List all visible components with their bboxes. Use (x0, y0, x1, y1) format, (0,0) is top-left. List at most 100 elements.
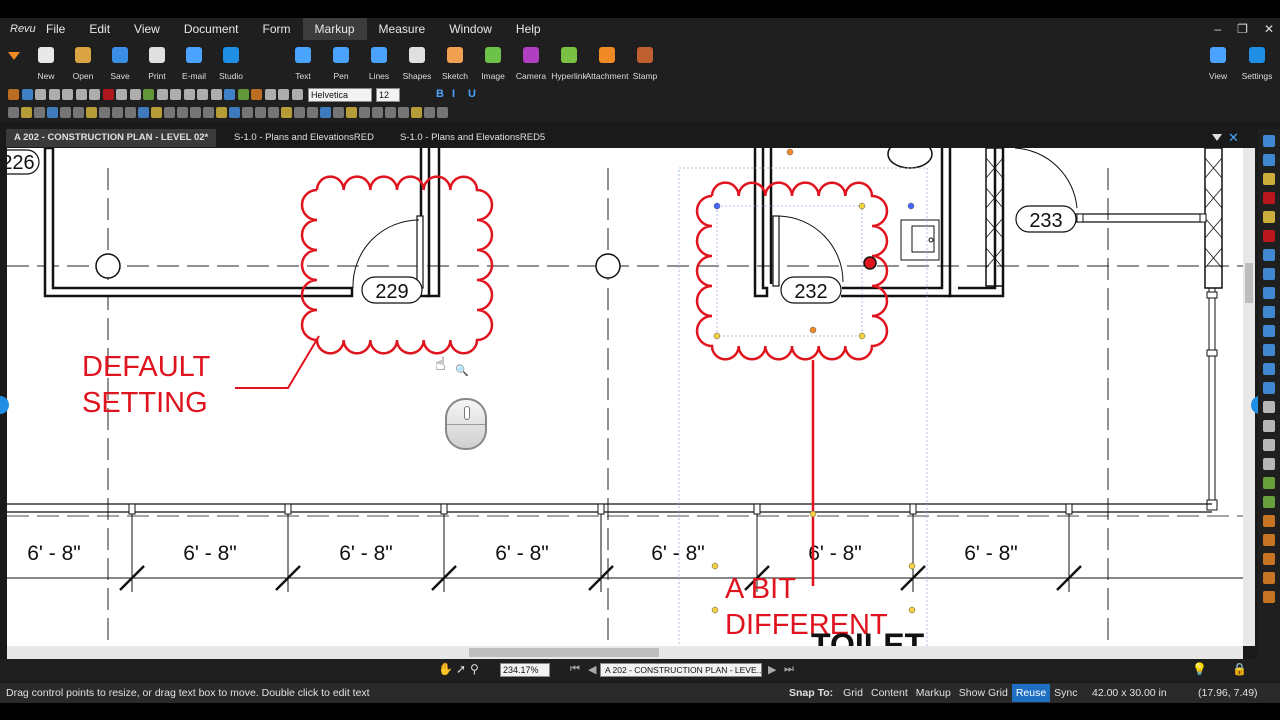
toolbar-tool-icon[interactable] (268, 107, 279, 118)
last-page-icon[interactable]: ⏭ (784, 663, 794, 676)
toolbar-tool-icon[interactable] (264, 89, 276, 100)
toolbar-tool-icon[interactable] (278, 89, 289, 100)
toolbar-tool-icon[interactable] (35, 89, 46, 100)
first-page-icon[interactable]: ⏮ (570, 663, 580, 676)
toolbar-tool-icon[interactable] (75, 89, 87, 100)
right-tool-icon[interactable] (1263, 154, 1275, 166)
control-point[interactable] (786, 148, 794, 156)
control-point[interactable] (809, 326, 817, 334)
toolbar-tool-icon[interactable] (34, 107, 45, 118)
toolbar-tool-icon[interactable] (229, 107, 240, 118)
zoom-level-field[interactable]: 234.17% (500, 663, 550, 677)
toolbar-tool-icon[interactable] (48, 89, 60, 100)
right-tool-icon[interactable] (1263, 287, 1275, 299)
vertical-scroll-thumb[interactable] (1245, 263, 1253, 303)
horizontal-scroll-thumb[interactable] (469, 648, 659, 657)
floor-plan-drawing[interactable]: 226 229 232 233 6' - 8" 6' - 8" 6' - 8" 6' … (7, 148, 1243, 646)
toolbar-tool-icon[interactable] (190, 107, 201, 118)
right-tool-icon[interactable] (1263, 458, 1275, 470)
toolbar-tool-icon[interactable] (216, 107, 227, 118)
toolbar-tool-icon[interactable] (125, 107, 136, 118)
toolbar-tool-icon[interactable] (151, 107, 162, 118)
right-tool-icon[interactable] (1263, 268, 1275, 280)
toolbar-tool-icon[interactable] (242, 107, 253, 118)
tab-list-dropdown-icon[interactable] (1212, 134, 1222, 141)
control-point[interactable] (908, 562, 916, 570)
toolbar-tool-icon[interactable] (333, 107, 344, 118)
control-point[interactable] (858, 202, 866, 210)
right-tool-icon[interactable] (1263, 135, 1275, 147)
settings-button[interactable]: Settings (1235, 42, 1279, 84)
menu-file[interactable]: File (34, 18, 77, 40)
close-button[interactable]: ✕ (1264, 22, 1274, 36)
underline-icon[interactable]: U (468, 88, 476, 100)
snap-content[interactable]: Content (867, 684, 912, 702)
right-tool-icon[interactable] (1263, 496, 1275, 508)
right-tool-icon[interactable] (1263, 230, 1275, 242)
next-page-icon[interactable]: ▶ (768, 663, 776, 676)
leader-anchor-point[interactable] (863, 256, 877, 270)
toolbar-tool-icon[interactable] (437, 107, 448, 118)
toolbar-tool-icon[interactable] (255, 107, 266, 118)
vertical-scrollbar[interactable] (1243, 148, 1255, 646)
lock-icon[interactable]: 🔒 (1232, 662, 1247, 676)
prev-page-icon[interactable]: ◀ (588, 663, 596, 676)
snap-markup[interactable]: Markup (912, 684, 955, 702)
toolbar-tool-icon[interactable] (86, 107, 97, 118)
right-tool-icon[interactable] (1263, 211, 1275, 223)
toolbar-tool-icon[interactable] (177, 107, 188, 118)
toolbar-tool-icon[interactable] (73, 107, 84, 118)
font-size-select[interactable]: 12 (376, 88, 400, 102)
menu-edit[interactable]: Edit (77, 18, 122, 40)
tab-s10-red5[interactable]: S-1.0 - Plans and ElevationsRED5 (392, 129, 553, 147)
toolbar-tool-icon[interactable] (89, 89, 100, 100)
toolbar-tool-icon[interactable] (62, 89, 73, 100)
right-tool-icon[interactable] (1263, 401, 1275, 413)
studio-button[interactable]: Studio (209, 42, 253, 84)
tab-s10-red[interactable]: S-1.0 - Plans and ElevationsRED (226, 129, 382, 147)
view-button[interactable]: View (1196, 42, 1240, 84)
right-tool-icon[interactable] (1263, 344, 1275, 356)
page-selector[interactable]: A 202 - CONSTRUCTION PLAN - LEVE... (1 o… (600, 663, 762, 677)
bold-icon[interactable]: B (436, 88, 444, 100)
menu-measure[interactable]: Measure (367, 18, 438, 40)
toolbar-tool-icon[interactable] (291, 89, 303, 100)
toolbar-tool-icon[interactable] (116, 89, 127, 100)
hand-tool-icon[interactable]: ✋ (438, 662, 453, 676)
right-tool-icon[interactable] (1263, 553, 1275, 565)
snap-grid[interactable]: Grid (839, 684, 867, 702)
right-tool-icon[interactable] (1263, 477, 1275, 489)
right-tool-icon[interactable] (1263, 382, 1275, 394)
right-tool-icon[interactable] (1263, 306, 1275, 318)
toolbar-tool-icon[interactable] (372, 107, 383, 118)
right-tool-icon[interactable] (1263, 515, 1275, 527)
control-point[interactable] (858, 332, 866, 340)
toolbar-tool-icon[interactable] (183, 89, 195, 100)
toolbar-tool-icon[interactable] (197, 89, 208, 100)
toolbar-tool-icon[interactable] (411, 107, 422, 118)
toolbar-tool-icon[interactable] (210, 89, 222, 100)
toolbar-tool-icon[interactable] (21, 89, 33, 100)
tab-a202[interactable]: A 202 - CONSTRUCTION PLAN - LEVEL 02* (6, 129, 217, 147)
toolbar-tool-icon[interactable] (21, 107, 32, 118)
menu-view[interactable]: View (122, 18, 172, 40)
toolbar-tool-icon[interactable] (47, 107, 58, 118)
toolbar-tool-icon[interactable] (99, 107, 110, 118)
menu-help[interactable]: Help (504, 18, 553, 40)
toolbar-tool-icon[interactable] (112, 107, 123, 118)
control-point[interactable] (711, 606, 719, 614)
tab-close-icon[interactable]: ✕ (1228, 130, 1239, 146)
toolbar-tool-icon[interactable] (307, 107, 318, 118)
toolbar-tool-icon[interactable] (203, 107, 214, 118)
control-point[interactable] (908, 606, 916, 614)
toolbar-tool-icon[interactable] (385, 107, 396, 118)
toolbar-tool-icon[interactable] (170, 89, 181, 100)
menu-form[interactable]: Form (251, 18, 303, 40)
control-point[interactable] (809, 510, 817, 518)
lightbulb-icon[interactable]: 💡 (1192, 662, 1207, 676)
horizontal-scrollbar[interactable] (7, 646, 1243, 659)
drawing-canvas[interactable]: 226 229 232 233 6' - 8" 6' - 8" 6' - 8" 6' … (7, 148, 1243, 646)
menu-document[interactable]: Document (172, 18, 251, 40)
italic-icon[interactable]: I (452, 88, 455, 100)
toolbar-tool-icon[interactable] (237, 89, 249, 100)
